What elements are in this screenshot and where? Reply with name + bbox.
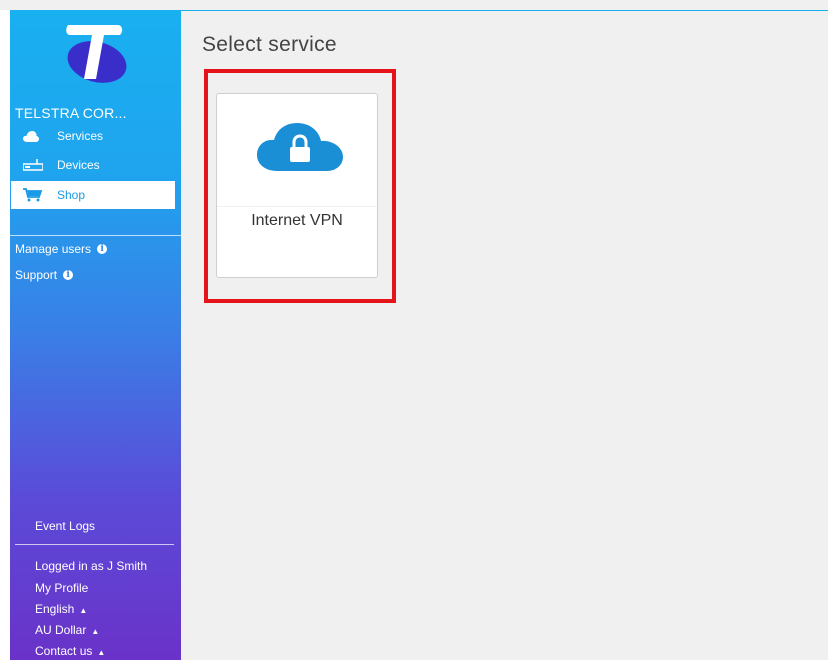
card-divider <box>217 206 377 207</box>
top-border <box>181 10 828 11</box>
logged-in-text: Logged in as J Smith <box>35 559 148 573</box>
cart-icon <box>23 188 45 202</box>
event-logs-link[interactable]: Event Logs <box>35 519 95 533</box>
sidebar-divider <box>10 235 181 236</box>
manage-users-label: Manage users <box>15 242 92 256</box>
sidebar: TELSTRA COR... Services Devices Shop Man… <box>10 10 181 660</box>
page-title: Select service <box>202 33 337 56</box>
currency-label: AU Dollar <box>35 623 87 637</box>
caret-up-icon: ▲ <box>97 648 106 657</box>
my-profile-link[interactable]: My Profile <box>35 581 88 595</box>
info-icon[interactable]: i <box>97 244 108 254</box>
nav-shop-label: Shop <box>57 188 86 202</box>
cloud-lock-icon <box>257 123 343 171</box>
window-edge <box>0 10 10 660</box>
service-card-internet-vpn[interactable]: Internet VPN <box>216 93 378 278</box>
caret-up-icon: ▲ <box>79 606 88 615</box>
telstra-logo-icon[interactable] <box>62 19 128 85</box>
nav-shop[interactable]: Shop <box>11 181 175 209</box>
language-selector[interactable]: English ▲ <box>35 602 87 616</box>
contact-label: Contact us <box>35 644 93 658</box>
support-link[interactable]: Support i <box>15 268 74 282</box>
nav-services-label: Services <box>57 129 104 143</box>
nav-devices-label: Devices <box>57 158 100 172</box>
manage-users-link[interactable]: Manage users i <box>15 242 108 256</box>
caret-up-icon: ▲ <box>91 627 100 636</box>
info-icon[interactable]: i <box>63 270 74 280</box>
service-card-label: Internet VPN <box>251 212 343 229</box>
language-label: English <box>35 602 75 616</box>
sidebar-divider <box>15 544 174 545</box>
nav-devices[interactable]: Devices <box>11 151 175 179</box>
cloud-icon <box>23 130 45 142</box>
router-icon <box>23 159 45 171</box>
nav-services[interactable]: Services <box>11 122 175 150</box>
company-name: TELSTRA COR... <box>15 105 127 121</box>
support-label: Support <box>15 268 58 282</box>
contact-us-selector[interactable]: Contact us ▲ <box>35 644 105 658</box>
currency-selector[interactable]: AU Dollar ▲ <box>35 623 99 637</box>
